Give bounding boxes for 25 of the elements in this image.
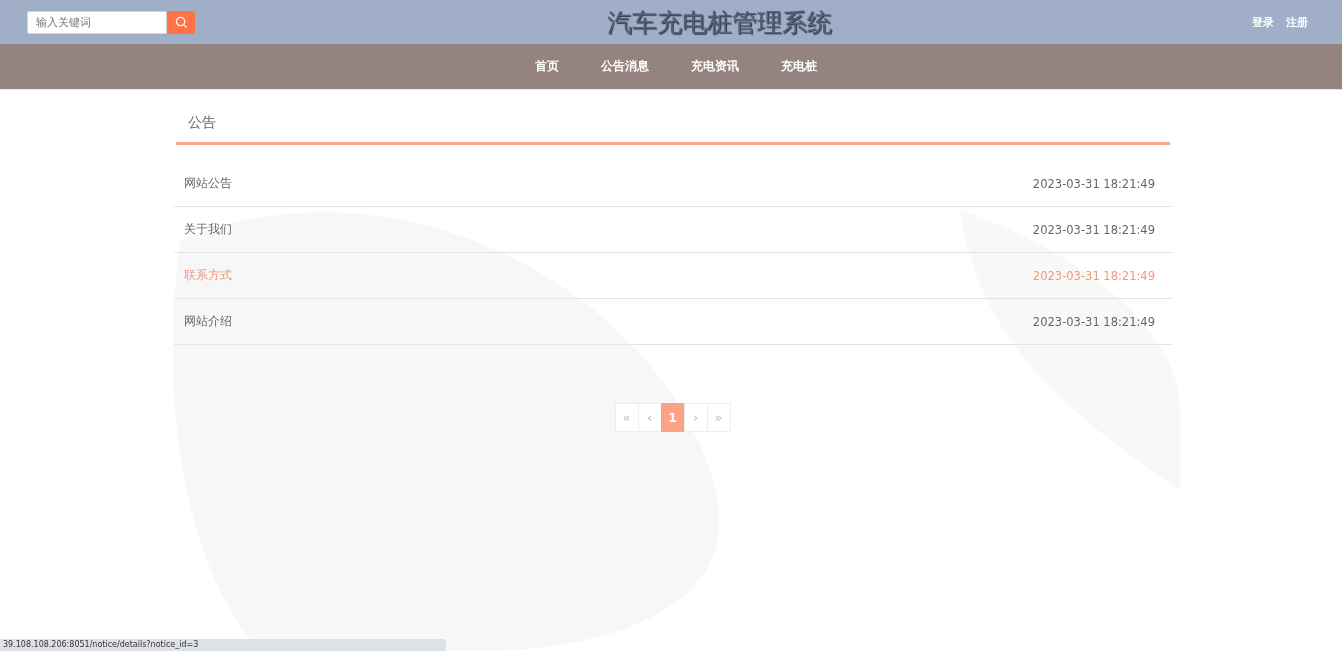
notice-link[interactable]: 网站公告 <box>184 176 232 191</box>
notice-time: 2023-03-31 18:21:49 <box>1032 176 1155 191</box>
search-icon <box>174 15 188 29</box>
page-button[interactable]: ‹ <box>637 403 662 432</box>
header-link[interactable]: 注册 <box>1286 14 1308 30</box>
page-button[interactable]: « <box>614 403 639 432</box>
status-url: 39.108.108.206:8051/notice/details?notice_id=3 <box>0 639 446 651</box>
page-button[interactable]: 1 <box>660 403 685 432</box>
notice-link[interactable]: 关于我们 <box>184 222 232 237</box>
nav-link[interactable]: 充电资讯 <box>691 58 739 75</box>
nav-link[interactable]: 充电桩 <box>781 58 817 75</box>
nav-link[interactable]: 首页 <box>535 58 559 75</box>
section-title: 公告 <box>187 113 217 132</box>
notice-link[interactable]: 网站介绍 <box>184 314 232 329</box>
notice-time: 2023-03-31 18:21:49 <box>1032 268 1155 283</box>
page-button[interactable]: » <box>706 403 731 432</box>
search-field[interactable]: 输入关键词 <box>27 10 167 34</box>
notice-link[interactable]: 联系方式 <box>184 268 232 283</box>
page-button[interactable]: › <box>683 403 708 432</box>
header-link[interactable]: 登录 <box>1252 14 1274 30</box>
search-button[interactable] <box>167 10 195 34</box>
site-title: 汽车充电桩管理系统 <box>606 6 833 39</box>
notice-time: 2023-03-31 18:21:49 <box>1032 222 1155 237</box>
nav-link[interactable]: 公告消息 <box>601 58 649 75</box>
notice-time: 2023-03-31 18:21:49 <box>1032 314 1155 329</box>
